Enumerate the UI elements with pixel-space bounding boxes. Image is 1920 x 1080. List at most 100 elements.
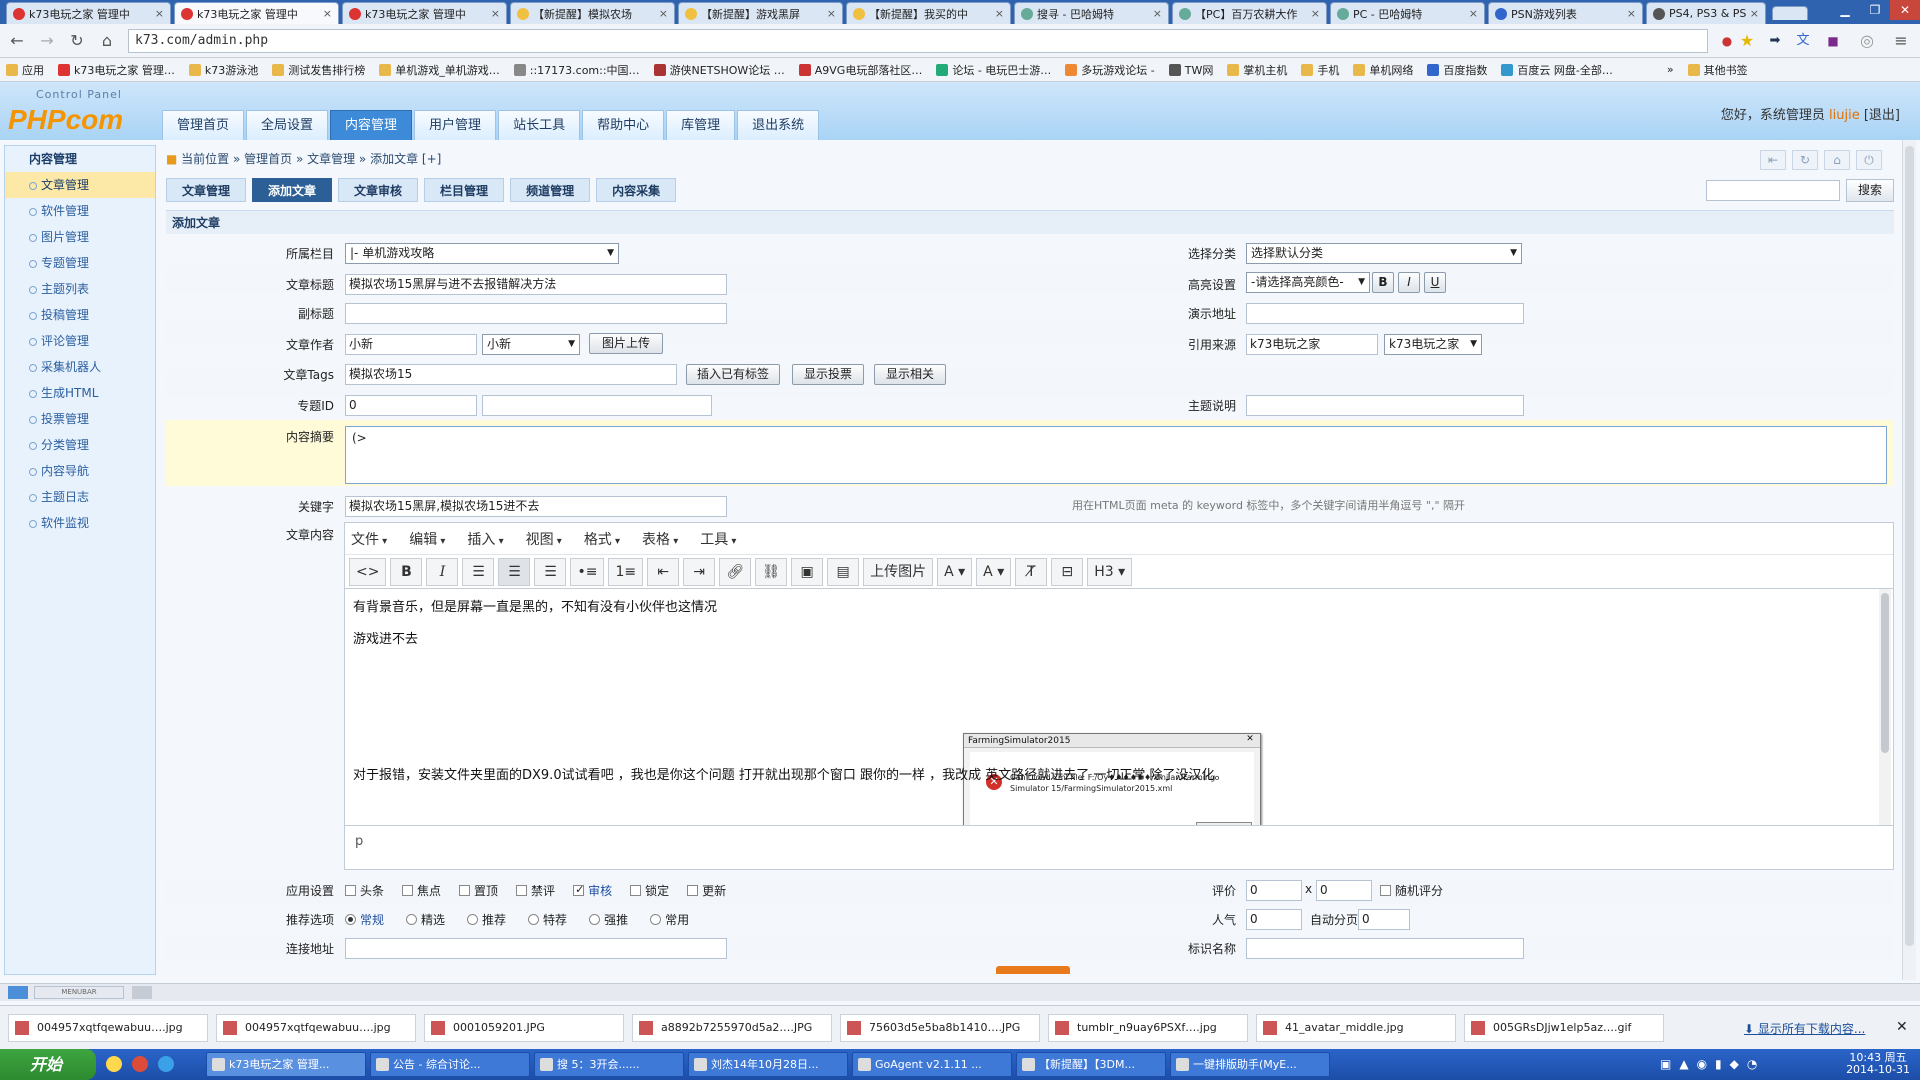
numbered-list-icon[interactable]: 1≡ (608, 557, 644, 586)
bookmark[interactable]: 百度指数 (1427, 62, 1487, 78)
download-item[interactable]: 41_avatar_middle.jpg (1256, 1014, 1456, 1042)
download-item[interactable]: 004957xqtfqewabuu….jpg (216, 1014, 416, 1042)
bookmark-folder[interactable]: 手机 (1301, 62, 1339, 78)
nav-library[interactable]: 库管理 (666, 110, 736, 140)
logout-link[interactable]: [退出] (1864, 108, 1900, 123)
back-icon[interactable]: ⇤ (1760, 150, 1786, 170)
option-lock[interactable]: 锁定 (630, 882, 669, 899)
topic-desc-input[interactable] (1246, 395, 1524, 416)
topic-name-input[interactable] (482, 395, 712, 416)
search-button[interactable]: 搜索 (1846, 179, 1894, 202)
chrome-icon[interactable] (132, 1056, 148, 1072)
radio[interactable] (406, 914, 418, 925)
indent-icon[interactable]: ⇥ (683, 557, 716, 586)
nav-help[interactable]: 帮助中心 (582, 110, 665, 140)
sidebar-item-specials[interactable]: 专题管理 (5, 250, 155, 276)
sidebar-item-robot[interactable]: 采集机器人 (5, 354, 155, 380)
home-icon[interactable]: ⌂ (1824, 150, 1850, 170)
page-horizontal-scrollbar[interactable]: MENUBAR (0, 983, 1920, 1001)
italic-button[interactable]: I (1398, 272, 1420, 293)
underline-button[interactable]: U (1424, 272, 1446, 293)
clock[interactable]: 10:43 周五 2014-10-31 (1846, 1052, 1910, 1076)
sidebar-item-comments[interactable]: 评论管理 (5, 328, 155, 354)
menu-table[interactable]: 表格 (642, 529, 678, 549)
nav-users[interactable]: 用户管理 (414, 110, 497, 140)
radio[interactable] (528, 914, 540, 925)
page-break-icon[interactable]: ⊟ (1051, 557, 1084, 586)
bookmark[interactable]: 单机游戏_单机游戏… (379, 62, 500, 78)
close-icon[interactable]: × (1469, 7, 1478, 20)
close-icon[interactable]: ✕ (1896, 1019, 1908, 1035)
scroll-right-icon[interactable] (132, 986, 152, 999)
checkbox[interactable] (459, 885, 471, 896)
refresh-icon[interactable]: ↻ (1792, 150, 1818, 170)
menu-icon[interactable]: ≡ (1890, 31, 1912, 51)
source-code-icon[interactable]: <> (349, 557, 387, 586)
random-rating[interactable]: 随机评分 (1380, 882, 1443, 899)
recommend-selected[interactable]: 精选 (406, 911, 445, 928)
italic-icon[interactable]: I (426, 557, 459, 586)
minimize-icon[interactable]: ▁ (1830, 0, 1860, 20)
rating-input-a[interactable]: 0 (1246, 880, 1302, 901)
align-left-icon[interactable]: ☰ (462, 557, 495, 586)
username[interactable]: liujie (1829, 108, 1860, 123)
source-select[interactable]: k73电玩之家 (1384, 334, 1482, 355)
reload-icon[interactable]: ↻ (66, 31, 88, 51)
scrollbar-thumb[interactable] (1881, 593, 1889, 753)
tab-add-article[interactable]: 添加文章 (252, 178, 333, 202)
keywords-input[interactable]: 模拟农场15黑屏,模拟农场15进不去 (345, 496, 727, 517)
other-bookmarks[interactable]: 其他书签 (1687, 62, 1748, 78)
download-item[interactable]: a8892b7255970d5a2….JPG (632, 1014, 832, 1042)
option-review[interactable]: 审核 (573, 882, 612, 899)
extension-icon[interactable]: ➡ (1764, 31, 1786, 51)
menu-edit[interactable]: 编辑 (409, 529, 445, 549)
upload-image-button[interactable]: 上传图片 (863, 557, 934, 586)
browser-tab[interactable]: PC - 巴哈姆特 × (1330, 2, 1485, 24)
checkbox[interactable] (516, 885, 528, 896)
scroll-left-icon[interactable] (8, 986, 28, 999)
menu-tools[interactable]: 工具 (700, 529, 736, 549)
browser-tab[interactable]: 【PC】百万农耕大作 × (1172, 2, 1327, 24)
ie-icon[interactable] (158, 1056, 174, 1072)
sidebar-item-software[interactable]: 软件管理 (5, 198, 155, 224)
bookmark[interactable]: 论坛 - 电玩巴士游… (936, 62, 1051, 78)
checkbox[interactable] (1380, 885, 1391, 896)
checkbox[interactable] (402, 885, 414, 896)
radio-checked[interactable] (345, 914, 356, 925)
start-button[interactable]: 开始 (0, 1049, 96, 1080)
bookmark-folder[interactable]: 单机网络 (1353, 62, 1413, 78)
author-input[interactable]: 小新 (345, 334, 477, 355)
forward-icon[interactable]: → (36, 31, 58, 51)
topic-id-input[interactable]: 0 (345, 395, 477, 416)
align-center-icon[interactable]: ☰ (498, 557, 531, 586)
extension-icon[interactable]: ● (1716, 31, 1738, 51)
bookmark[interactable]: TW网 (1168, 62, 1213, 78)
recommend-normal[interactable]: 常规 (345, 911, 384, 928)
nav-home[interactable]: 管理首页 (162, 110, 245, 140)
tab-channel-manage[interactable]: 频道管理 (510, 178, 591, 202)
recommend-recommend[interactable]: 推荐 (467, 911, 506, 928)
recommend-strong[interactable]: 强推 (589, 911, 628, 928)
download-item[interactable]: 75603d5e5ba8b1410….JPG (840, 1014, 1040, 1042)
close-icon[interactable]: × (323, 7, 332, 20)
sidebar-item-articles[interactable]: 文章管理 (5, 172, 155, 198)
option-headline[interactable]: 头条 (345, 882, 384, 899)
sidebar-item-images[interactable]: 图片管理 (5, 224, 155, 250)
option-focus[interactable]: 焦点 (402, 882, 441, 899)
summary-textarea[interactable]: (> (345, 426, 1887, 484)
browser-tab[interactable]: 搜寻 - 巴哈姆特 × (1014, 2, 1169, 24)
close-icon[interactable]: × (1153, 7, 1162, 20)
ident-input[interactable] (1246, 938, 1524, 959)
show-vote-button[interactable]: 显示投票 (792, 364, 864, 385)
quicklaunch-icon[interactable] (106, 1056, 122, 1072)
outdent-icon[interactable]: ⇤ (647, 557, 680, 586)
checkbox[interactable] (687, 885, 699, 896)
align-right-icon[interactable]: ☰ (534, 557, 567, 586)
bookmark[interactable]: ::17173.com::中国… (513, 62, 640, 78)
sidebar-item-navigation[interactable]: 内容导航 (5, 458, 155, 484)
option-no-comment[interactable]: 禁评 (516, 882, 555, 899)
taskbar-item[interactable]: GoAgent v2.1.11 ... (852, 1052, 1012, 1077)
tab-article-review[interactable]: 文章审核 (338, 178, 419, 202)
browser-tab[interactable]: k73电玩之家 管理中 × (6, 2, 171, 24)
tab-column-manage[interactable]: 栏目管理 (424, 178, 505, 202)
